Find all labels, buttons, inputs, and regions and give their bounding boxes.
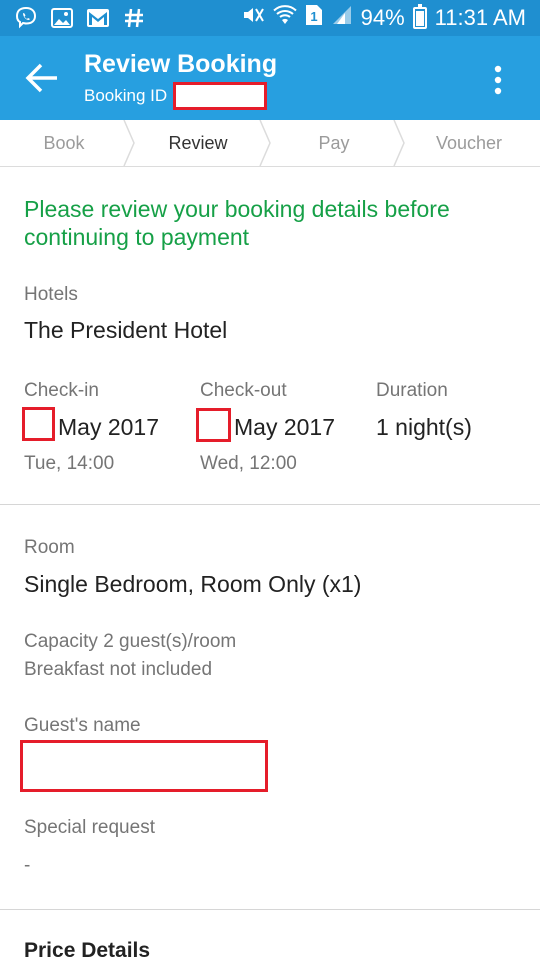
hotel-name: The President Hotel bbox=[24, 317, 228, 343]
svg-text:1: 1 bbox=[310, 9, 317, 24]
checkout-time: Wed, 12:00 bbox=[200, 453, 297, 474]
overflow-menu-button[interactable] bbox=[478, 58, 518, 102]
gallery-icon bbox=[50, 6, 74, 30]
checkout-label: Check-out bbox=[200, 380, 287, 401]
checkout-date: May 2017 bbox=[234, 414, 336, 440]
gmail-icon bbox=[86, 6, 110, 30]
room-capacity: Capacity 2 guest(s)/room bbox=[24, 631, 237, 652]
duration-label: Duration bbox=[376, 380, 448, 401]
checkout-day-redacted bbox=[196, 408, 231, 442]
duration-value: 1 night(s) bbox=[376, 414, 472, 440]
room-name: Single Bedroom, Room Only (x1) bbox=[24, 571, 362, 597]
room-breakfast: Breakfast not included bbox=[24, 659, 213, 680]
clock: 11:31 AM bbox=[434, 4, 526, 30]
special-request-value: - bbox=[24, 855, 31, 876]
step-review: Review bbox=[168, 133, 228, 153]
battery-icon bbox=[412, 3, 427, 29]
viber-icon bbox=[14, 6, 38, 30]
checkin-time: Tue, 14:00 bbox=[24, 453, 115, 474]
guest-name-label: Guest's name bbox=[24, 715, 141, 736]
step-voucher: Voucher bbox=[435, 133, 503, 153]
price-details-title: Price Details bbox=[24, 939, 151, 962]
booking-id-label: Booking ID bbox=[84, 86, 168, 105]
review-notice: Please review your booking details befor… bbox=[24, 196, 450, 250]
more-vert-icon bbox=[494, 65, 502, 95]
sim1-icon: 1 bbox=[305, 4, 323, 31]
app-toolbar: Review Booking Booking ID bbox=[0, 36, 540, 120]
status-bar: 1 94% 11:31 AM bbox=[0, 0, 540, 36]
checkin-date: May 2017 bbox=[58, 414, 160, 440]
mute-icon bbox=[241, 5, 265, 30]
page-title: Review Booking bbox=[84, 50, 278, 78]
back-button[interactable] bbox=[20, 56, 64, 100]
section-divider bbox=[0, 504, 540, 505]
signal-icon bbox=[331, 5, 353, 30]
booking-steps: Book Review Pay Voucher bbox=[0, 120, 540, 167]
back-arrow-icon bbox=[25, 63, 57, 93]
booking-id-redacted bbox=[173, 82, 267, 110]
checkin-day-redacted bbox=[22, 407, 55, 441]
status-indicators: 1 94% 11:31 AM bbox=[241, 3, 526, 31]
guest-name-redacted bbox=[20, 740, 268, 792]
wifi-icon bbox=[272, 4, 297, 31]
special-request-label: Special request bbox=[24, 817, 155, 838]
checkin-label: Check-in bbox=[24, 380, 99, 401]
room-label: Room bbox=[24, 537, 75, 558]
step-pay: Pay bbox=[318, 133, 350, 153]
hotel-label: Hotels bbox=[24, 284, 78, 305]
battery-percent: 94% bbox=[360, 4, 405, 30]
notification-icons bbox=[14, 6, 146, 30]
hash-icon bbox=[122, 6, 146, 30]
step-book: Book bbox=[43, 133, 85, 153]
section-divider bbox=[0, 909, 540, 910]
